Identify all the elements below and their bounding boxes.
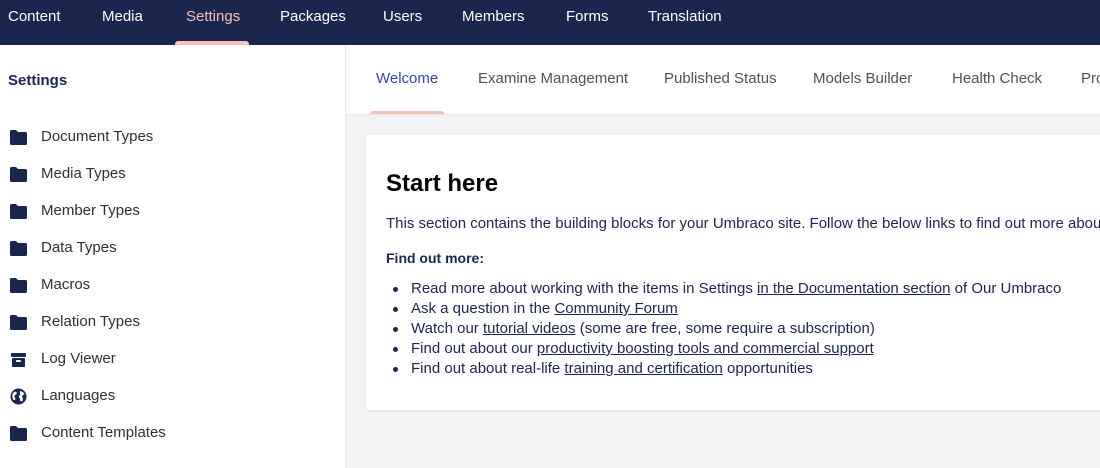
list-item: Ask a question in the Community Forum bbox=[393, 299, 1061, 319]
sidebar-item-content-templates[interactable]: Content Templates bbox=[0, 415, 345, 452]
tab-published-status[interactable]: Published Status bbox=[664, 70, 777, 87]
list-item-text: Find out about our bbox=[411, 340, 537, 357]
tab-welcome[interactable]: Welcome bbox=[376, 70, 438, 87]
top-navigation: Content Media Settings Packages Users Me… bbox=[0, 0, 1100, 45]
welcome-card: Start here This section contains the bui… bbox=[366, 135, 1100, 410]
tab-models-builder[interactable]: Models Builder bbox=[813, 70, 912, 87]
find-out-more-heading: Find out more: bbox=[386, 250, 484, 266]
nav-members[interactable]: Members bbox=[462, 0, 525, 45]
welcome-intro: This section contains the building block… bbox=[386, 215, 1100, 232]
resource-list: Read more about working with the items i… bbox=[393, 279, 1061, 379]
sidebar-item-log-viewer[interactable]: Log Viewer bbox=[0, 341, 345, 378]
tab-health-check[interactable]: Health Check bbox=[952, 70, 1042, 87]
tab-active-indicator bbox=[370, 111, 444, 114]
sidebar-item-document-types[interactable]: Document Types bbox=[0, 119, 345, 156]
nav-packages[interactable]: Packages bbox=[280, 0, 346, 45]
folder-icon bbox=[10, 130, 27, 145]
nav-translation[interactable]: Translation bbox=[648, 0, 722, 45]
sidebar-item-label: Content Templates bbox=[41, 424, 166, 441]
nav-users[interactable]: Users bbox=[383, 0, 422, 45]
dashboard-tabs: Welcome Examine Management Published Sta… bbox=[346, 45, 1100, 115]
list-item-text: opportunities bbox=[722, 360, 813, 377]
sidebar-item-label: Document Types bbox=[41, 128, 154, 145]
folder-icon bbox=[10, 426, 27, 441]
sidebar-item-label: Log Viewer bbox=[41, 350, 116, 367]
sidebar-item-macros[interactable]: Macros bbox=[0, 267, 345, 304]
list-item-text: (some are free, some require a subscript… bbox=[575, 320, 875, 337]
sidebar-item-label: Member Types bbox=[41, 202, 140, 219]
list-item-text: Ask a question in the bbox=[411, 300, 555, 317]
sidebar-item-member-types[interactable]: Member Types bbox=[0, 193, 345, 230]
sidebar-item-relation-types[interactable]: Relation Types bbox=[0, 304, 345, 341]
folder-icon bbox=[10, 315, 27, 330]
tab-profiling[interactable]: Pro bbox=[1081, 70, 1100, 87]
sidebar-title: Settings bbox=[8, 72, 68, 89]
list-item: Find out about real-life training and ce… bbox=[393, 359, 1061, 379]
list-item-text: Read more about working with the items i… bbox=[411, 280, 758, 297]
tutorial-videos-link[interactable]: tutorial videos bbox=[483, 320, 576, 337]
nav-forms[interactable]: Forms bbox=[566, 0, 609, 45]
globe-icon bbox=[10, 388, 27, 405]
sidebar-item-label: Languages bbox=[41, 387, 116, 404]
sidebar-item-label: Relation Types bbox=[41, 313, 140, 330]
list-item: Read more about working with the items i… bbox=[393, 279, 1061, 299]
tab-examine-management[interactable]: Examine Management bbox=[478, 70, 628, 87]
nav-settings[interactable]: Settings bbox=[186, 0, 240, 45]
welcome-title: Start here bbox=[386, 170, 499, 197]
folder-icon bbox=[10, 278, 27, 293]
sidebar-item-label: Media Types bbox=[41, 165, 126, 182]
archive-box-icon bbox=[11, 353, 26, 367]
sidebar: Settings Document Types Media Types Memb… bbox=[0, 45, 346, 468]
list-item: Find out about our productivity boosting… bbox=[393, 339, 1061, 359]
sidebar-item-languages[interactable]: Languages bbox=[0, 378, 345, 415]
nav-content[interactable]: Content bbox=[8, 0, 61, 45]
list-item: Watch our tutorial videos (some are free… bbox=[393, 319, 1061, 339]
sidebar-item-media-types[interactable]: Media Types bbox=[0, 156, 345, 193]
list-item-text: Watch our bbox=[411, 320, 483, 337]
documentation-link[interactable]: in the Documentation section bbox=[757, 280, 950, 297]
community-forum-link[interactable]: Community Forum bbox=[554, 300, 677, 317]
list-item-text: Find out about real-life bbox=[411, 360, 565, 377]
sidebar-item-label: Data Types bbox=[41, 239, 117, 256]
sidebar-item-label: Macros bbox=[41, 276, 91, 293]
nav-media[interactable]: Media bbox=[102, 0, 143, 45]
folder-icon bbox=[10, 241, 27, 256]
folder-icon bbox=[10, 167, 27, 182]
sidebar-item-data-types[interactable]: Data Types bbox=[0, 230, 345, 267]
folder-icon bbox=[10, 204, 27, 219]
list-item-text: of Our Umbraco bbox=[950, 280, 1062, 297]
commercial-support-link[interactable]: productivity boosting tools and commerci… bbox=[537, 340, 874, 357]
training-certification-link[interactable]: training and certification bbox=[564, 360, 722, 377]
